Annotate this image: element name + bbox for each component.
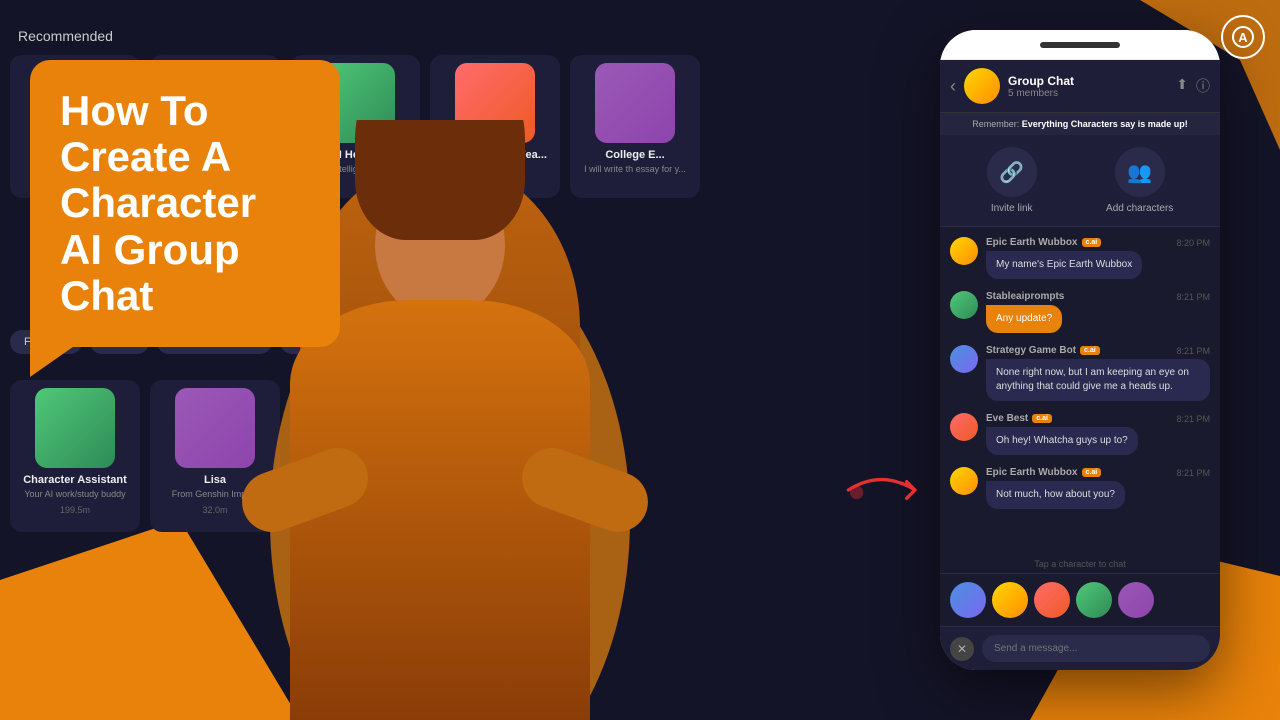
msg-content-1: Epic Earth Wubbox c.ai 8:20 PM My name's… [986,237,1210,279]
char-select-1[interactable] [950,582,986,618]
invite-link-icon: 🔗 [987,147,1037,197]
msg-header-5: Epic Earth Wubbox c.ai 8:21 PM [986,467,1210,478]
char-stats-r2-1: 199.5m [60,505,90,515]
title-text: How To Create A Character AI Group Chat [60,88,310,319]
msg-time-2: 8:21 PM [1176,292,1210,302]
close-button[interactable]: ✕ [950,637,974,661]
msg-bubble-3: None right now, but I am keeping an eye … [986,359,1210,401]
info-icon[interactable]: ⓘ [1196,76,1210,96]
char-select-3[interactable] [1034,582,1070,618]
chat-header-actions: ⬆ ⓘ [1176,76,1210,96]
app-logo[interactable]: A [1221,15,1265,59]
char-select-2[interactable] [992,582,1028,618]
char-name-r2-1: Character Assistant [23,474,127,486]
cai-badge-3: c.ai [1080,346,1100,355]
msg-avatar-4 [950,413,978,441]
msg-avatar-3 [950,345,978,373]
msg-time-4: 8:21 PM [1176,414,1210,424]
chat-messages-list: Epic Earth Wubbox c.ai 8:20 PM My name's… [940,227,1220,555]
action-buttons-row: 🔗 Invite link 👥 Add characters [940,135,1220,227]
add-characters-label: Add characters [1106,203,1173,214]
message-3: Strategy Game Bot c.ai 8:21 PM None righ… [950,345,1210,401]
message-input[interactable] [982,635,1210,662]
msg-bubble-5: Not much, how about you? [986,481,1125,509]
msg-bubble-1: My name's Epic Earth Wubbox [986,251,1142,279]
chat-group-name: Group Chat [1008,74,1168,88]
char-desc-r2-1: Your AI work/study buddy [24,489,125,501]
char-avatar-r2-1 [35,388,115,468]
msg-header-1: Epic Earth Wubbox c.ai 8:20 PM [986,237,1210,248]
back-button[interactable]: ‹ [950,76,956,97]
share-icon[interactable]: ⬆ [1176,76,1188,96]
char-select-5[interactable] [1118,582,1154,618]
msg-header-4: Eve Best c.ai 8:21 PM [986,413,1210,424]
msg-avatar-5 [950,467,978,495]
cai-badge-1: c.ai [1082,238,1102,247]
cai-badge-4: c.ai [1032,414,1052,423]
phone-screen: ‹ Group Chat 5 members ⬆ ⓘ Remember: Eve… [940,60,1220,670]
recommended-label: Recommended [18,28,113,44]
msg-sender-4: Eve Best [986,413,1028,424]
phone-mockup: ‹ Group Chat 5 members ⬆ ⓘ Remember: Eve… [940,30,1220,670]
msg-sender-2: Stableaiprompts [986,291,1064,302]
char-avatars-bottom [940,573,1220,626]
group-avatar [964,68,1000,104]
msg-time-5: 8:21 PM [1176,468,1210,478]
char-card-r2-1[interactable]: Character Assistant Your AI work/study b… [10,380,140,532]
msg-avatar-2 [950,291,978,319]
title-bubble: How To Create A Character AI Group Chat [30,60,340,347]
message-1: Epic Earth Wubbox c.ai 8:20 PM My name's… [950,237,1210,279]
chat-members-count: 5 members [1008,88,1168,99]
msg-avatar-1 [950,237,978,265]
invite-link-button[interactable]: 🔗 Invite link [987,147,1037,214]
msg-time-1: 8:20 PM [1176,238,1210,248]
notice-bar: Remember: Everything Characters say is m… [940,113,1220,135]
svg-text:A: A [1238,30,1248,45]
chat-header-info: Group Chat 5 members [1008,74,1168,99]
add-characters-button[interactable]: 👥 Add characters [1106,147,1173,214]
message-4: Eve Best c.ai 8:21 PM Oh hey! Whatcha gu… [950,413,1210,455]
phone-notch [940,30,1220,60]
msg-sender-5: Epic Earth Wubbox [986,467,1078,478]
msg-header-3: Strategy Game Bot c.ai 8:21 PM [986,345,1210,356]
chat-header: ‹ Group Chat 5 members ⬆ ⓘ [940,60,1220,113]
message-2: Stableaiprompts 8:21 PM Any update? [950,291,1210,333]
chat-input-row: ✕ [940,626,1220,670]
message-5: Epic Earth Wubbox c.ai 8:21 PM Not much,… [950,467,1210,509]
msg-bubble-4: Oh hey! Whatcha guys up to? [986,427,1138,455]
msg-header-2: Stableaiprompts 8:21 PM [986,291,1210,302]
msg-content-4: Eve Best c.ai 8:21 PM Oh hey! Whatcha gu… [986,413,1210,455]
msg-bubble-2: Any update? [986,305,1062,333]
msg-content-3: Strategy Game Bot c.ai 8:21 PM None righ… [986,345,1210,401]
msg-time-3: 8:21 PM [1176,346,1210,356]
add-characters-icon: 👥 [1115,147,1165,197]
phone-notch-bar [1040,42,1120,48]
msg-sender-1: Epic Earth Wubbox [986,237,1078,248]
msg-content-2: Stableaiprompts 8:21 PM Any update? [986,291,1210,333]
tap-to-chat-hint: Tap a character to chat [940,555,1220,573]
red-arrow [840,460,940,520]
msg-sender-3: Strategy Game Bot [986,345,1076,356]
invite-link-label: Invite link [991,203,1033,214]
char-select-4[interactable] [1076,582,1112,618]
msg-content-5: Epic Earth Wubbox c.ai 8:21 PM Not much,… [986,467,1210,509]
cai-badge-5: c.ai [1082,468,1102,477]
